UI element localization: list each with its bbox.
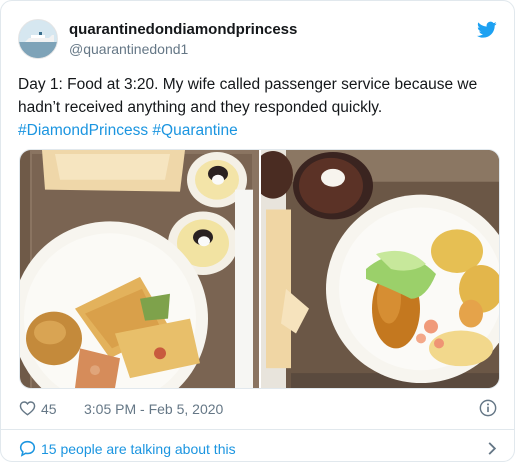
photo-meal-tray-right[interactable]	[261, 150, 500, 388]
avatar[interactable]	[18, 19, 58, 59]
user-handle[interactable]: @quarantinedond1	[69, 41, 188, 57]
speech-bubble-icon	[19, 440, 36, 457]
photo-meal-tray-left[interactable]	[20, 150, 259, 388]
info-circle-icon[interactable]	[479, 399, 497, 417]
tweet-timestamp[interactable]: 3:05 PM - Feb 5, 2020	[84, 401, 223, 417]
conversation-text[interactable]: 15 people are talking about this	[41, 441, 236, 457]
chevron-right-icon[interactable]	[487, 441, 497, 456]
tweet-body: Day 1: Food at 3:20. My wife called pass…	[18, 76, 478, 116]
heart-outline-icon[interactable]	[19, 400, 36, 416]
hashtag-diamondprincess[interactable]: #DiamondPrincess	[18, 122, 148, 139]
conversation-link[interactable]: 15 people are talking about this	[19, 438, 497, 458]
display-name[interactable]: quarantinedondiamondprincess	[69, 21, 297, 38]
tweet-text: Day 1: Food at 3:20. My wife called pass…	[18, 73, 503, 142]
tweet-header: quarantinedondiamondprincess @quarantine…	[18, 17, 497, 63]
tweet-card[interactable]: quarantinedondiamondprincess @quarantine…	[0, 0, 515, 462]
hashtag-quarantine[interactable]: #Quarantine	[152, 122, 237, 139]
like-count[interactable]: 45	[41, 401, 57, 417]
divider	[1, 429, 514, 430]
media-grid	[19, 149, 500, 389]
tweet-meta: 45 3:05 PM - Feb 5, 2020	[19, 399, 497, 419]
twitter-bird-icon[interactable]	[477, 21, 497, 39]
